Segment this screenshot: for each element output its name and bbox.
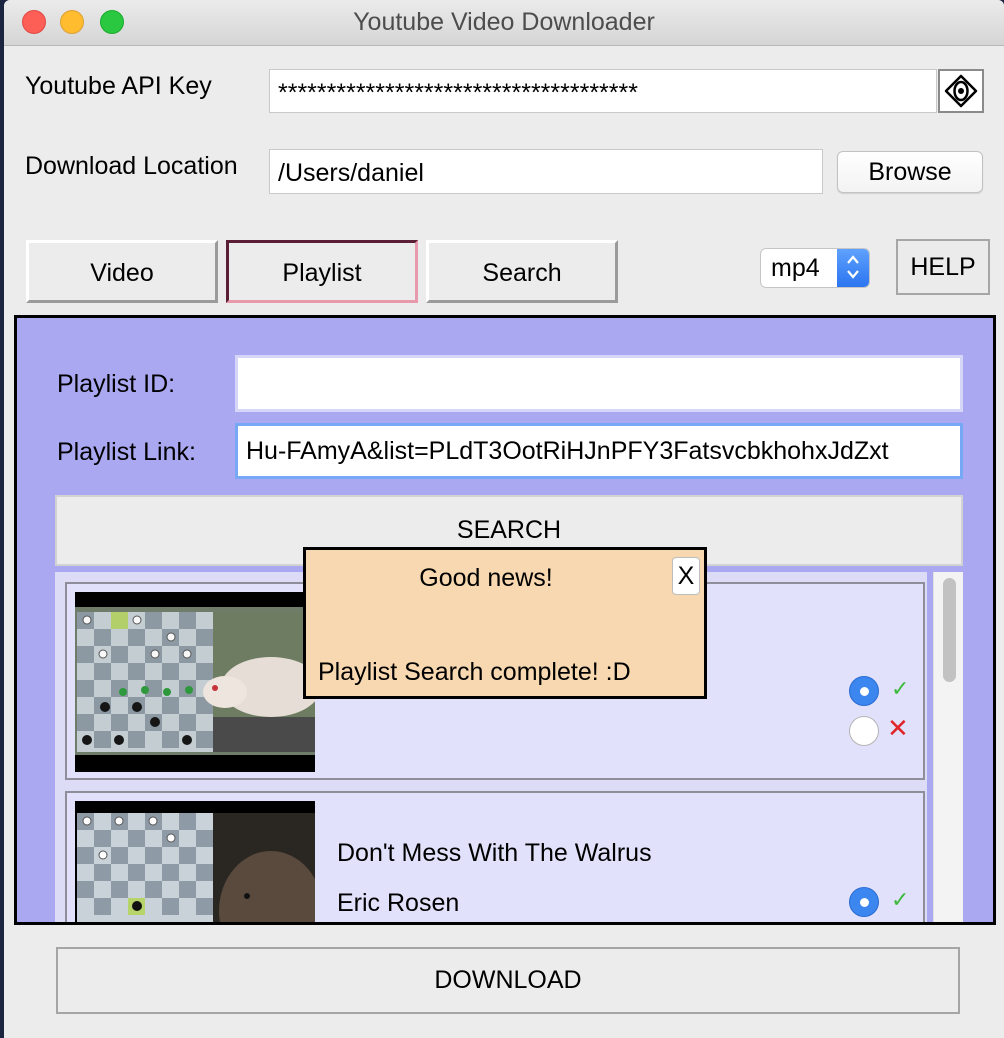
tab-search[interactable]: Search <box>426 240 618 303</box>
notification-close-button[interactable]: X <box>672 557 700 595</box>
tab-video[interactable]: Video <box>26 240 218 303</box>
download-button[interactable]: DOWNLOAD <box>56 947 960 1014</box>
notification-title: Good news! <box>419 564 553 592</box>
cross-icon: ✕ <box>887 713 909 743</box>
list-item: Don't Mess With The Walrus Eric Rosen ✓ <box>65 791 925 922</box>
tab-playlist[interactable]: Playlist <box>226 240 418 303</box>
app-window: Youtube Video Downloader Youtube API Key… <box>4 0 1004 1038</box>
eye-icon <box>944 74 978 108</box>
chevron-updown-icon <box>837 249 869 287</box>
video-title: Don't Mess With The Walrus <box>337 839 652 867</box>
format-select[interactable]: mp4 <box>760 248 870 288</box>
api-key-label: Youtube API Key <box>25 72 212 100</box>
download-location-input[interactable]: /Users/daniel <box>269 149 823 194</box>
reveal-key-button[interactable] <box>938 69 984 113</box>
keep-radio[interactable] <box>849 676 879 706</box>
download-location-label: Download Location <box>25 152 238 180</box>
playlist-id-input[interactable] <box>235 355 963 412</box>
video-channel: Eric Rosen <box>337 889 460 917</box>
format-select-value: mp4 <box>771 254 820 282</box>
playlist-id-label: Playlist ID: <box>57 370 176 398</box>
playlist-link-input[interactable]: Hu-FAmyA&list=PLdT3OotRiHJnPFY3Fatsvcbkh… <box>235 423 963 479</box>
notification-popup: Good news! X Playlist Search complete! :… <box>303 547 707 699</box>
api-key-input[interactable]: ************************************* <box>269 69 937 113</box>
video-thumbnail <box>75 592 315 772</box>
playlist-link-label: Playlist Link: <box>57 438 196 466</box>
video-thumbnail <box>75 801 315 922</box>
notification-message: Playlist Search complete! :D <box>318 658 631 686</box>
check-icon: ✓ <box>891 676 910 701</box>
title-bar: Youtube Video Downloader <box>4 0 1004 46</box>
results-scrollbar[interactable] <box>933 572 963 922</box>
discard-radio[interactable] <box>849 716 879 746</box>
window-title: Youtube Video Downloader <box>353 8 655 36</box>
browse-button[interactable]: Browse <box>837 151 983 193</box>
check-icon: ✓ <box>891 887 910 912</box>
scrollbar-thumb[interactable] <box>943 578 956 682</box>
keep-radio[interactable] <box>849 887 879 917</box>
help-button[interactable]: HELP <box>896 239 990 295</box>
